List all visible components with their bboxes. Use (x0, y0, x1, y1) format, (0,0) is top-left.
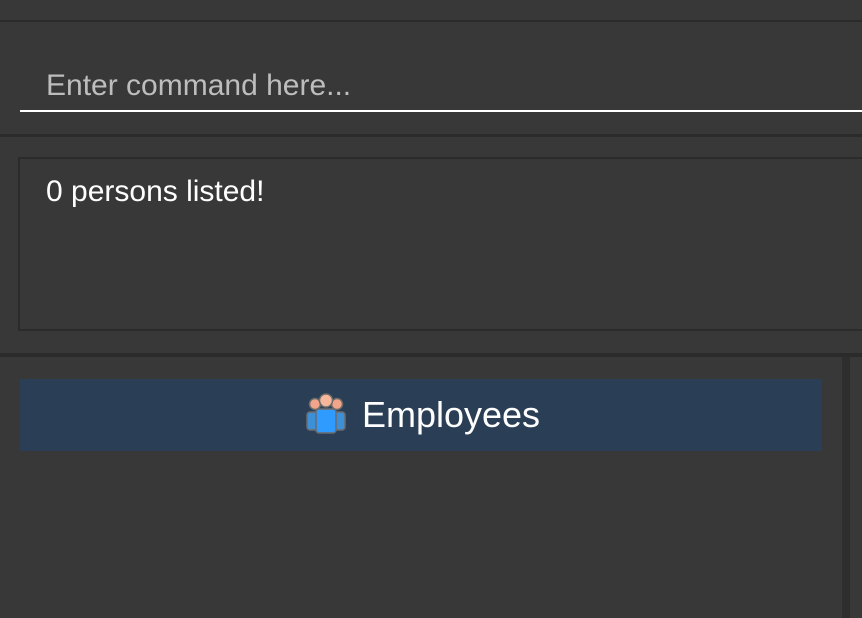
command-input[interactable] (20, 62, 862, 112)
title-bar (0, 0, 862, 22)
right-panel (850, 357, 862, 618)
people-icon (306, 393, 346, 434)
result-display-area: 0 persons listed! (0, 137, 862, 357)
employee-list-header: Employees (20, 379, 822, 451)
employee-list-title: Employees (361, 394, 541, 435)
split-pane-divider[interactable] (842, 357, 850, 618)
employee-list-panel: Employees (0, 357, 842, 618)
result-display: 0 persons listed! (18, 157, 862, 331)
result-message: 0 persons listed! (46, 175, 265, 208)
command-box-area (0, 22, 862, 137)
